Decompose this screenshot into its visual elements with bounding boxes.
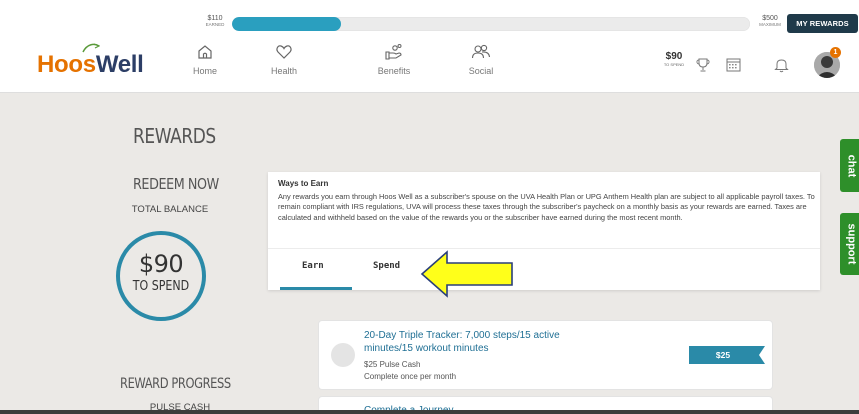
reward-value-flag: $25 [689,346,765,364]
ways-to-earn-description: Any rewards you earn through Hoos Well a… [278,192,815,222]
people-icon [471,44,491,59]
logo-text-well: Well [95,51,144,78]
main-header: HoosWell Home Health Benefits Social $90… [0,33,859,93]
support-side-tab[interactable]: support [840,213,859,275]
total-balance-label: TOTAL BALANCE [131,204,209,215]
rewards-progress-strip: $110 EARNED $500 MAXIMUM MY REWARDS [0,0,859,33]
nav-social[interactable]: Social [451,43,511,76]
chat-label: chat [845,154,857,177]
header-spend-amount: $90 [665,51,683,62]
redeem-now-heading: REDEEM NOW [133,175,219,193]
annotation-arrow-icon [420,250,513,298]
activity-card[interactable]: 20-Day Triple Tracker: 7,000 steps/15 ac… [318,320,773,390]
maximum-indicator: $500 MAXIMUM [757,15,783,28]
heart-icon [276,45,292,59]
my-rewards-button[interactable]: MY REWARDS [787,14,858,33]
maximum-label: MAXIMUM [759,22,781,27]
tab-spend[interactable]: Spend [373,261,400,271]
maximum-amount: $500 [762,15,778,22]
nav-home[interactable]: Home [175,43,235,76]
activity-reward: $25 Pulse Cash [364,360,421,369]
nav-health[interactable]: Health [254,43,314,76]
activity-frequency: Complete once per month [364,372,457,381]
ways-to-earn-card: Ways to Earn Any rewards you earn throug… [268,172,820,290]
nav-benefits-label: Benefits [377,66,411,76]
balance-circle: $90 TO SPEND [116,231,206,321]
bell-icon[interactable] [774,57,789,73]
ways-to-earn-title: Ways to Earn [278,179,329,188]
earned-label: EARNED [205,22,225,27]
balance-sub-label: TO SPEND [132,279,190,294]
trophy-icon[interactable] [696,57,710,73]
bottom-edge-bar [0,410,859,414]
rewards-progress-fill [232,17,341,31]
nav-health-label: Health [270,66,297,76]
activity-title[interactable]: 20-Day Triple Tracker: 7,000 steps/15 ac… [364,329,604,355]
balance-amount: $90 [138,250,184,278]
reward-progress-heading: REWARD PROGRESS [120,376,231,392]
nav-home-label: Home [192,66,217,76]
reward-value: $25 [715,350,731,360]
active-tab-indicator [280,287,352,290]
notification-badge: 1 [830,47,841,58]
earn-spend-tabs: Earn Spend [268,248,820,290]
benefits-hand-icon [385,44,402,60]
chat-side-tab[interactable]: chat [840,139,859,192]
hooswell-logo[interactable]: HoosWell [37,51,144,79]
nav-social-label: Social [468,66,494,76]
activity-status-circle [331,343,355,367]
home-icon [198,45,212,59]
earned-amount: $110 [207,15,223,22]
tab-earn[interactable]: Earn [302,261,324,271]
header-spend-label: TO SPEND [663,62,685,67]
header-spend-balance[interactable]: $90 TO SPEND [662,52,686,67]
nav-benefits[interactable]: Benefits [364,43,424,76]
logo-text-hoos: Hoos [37,51,96,78]
support-label: support [845,223,858,265]
rewards-progress-bar [232,17,750,31]
calendar-icon[interactable] [726,57,741,72]
page-title: REWARDS [133,124,216,148]
earned-indicator: $110 EARNED [203,15,227,28]
